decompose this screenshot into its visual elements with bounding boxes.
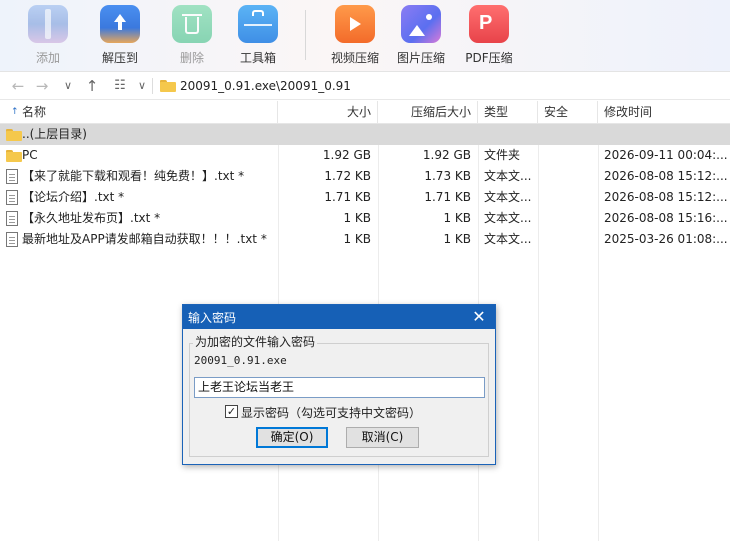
- password-input[interactable]: 上老王论坛当老王: [194, 377, 485, 398]
- back-arrow-icon[interactable]: ←: [8, 76, 28, 96]
- table-row[interactable]: 【来了就能下载和观看！纯免费！】.txt * 1.72 KB 1.73 KB 文…: [0, 166, 730, 187]
- file-modified: 2026-09-11 00:04:...: [604, 148, 728, 162]
- show-password-checkbox[interactable]: ✓: [225, 405, 238, 418]
- column-header: ↑ 名称 大小 压缩后大小 类型 安全 修改时间: [0, 101, 730, 124]
- file-size: 1 KB: [343, 211, 371, 225]
- toolbox-icon: [238, 5, 278, 43]
- sort-up-icon: ↑: [11, 107, 19, 117]
- toolbox-button[interactable]: 工具箱: [223, 0, 293, 72]
- add-archive-icon: [28, 5, 68, 43]
- add-button[interactable]: 添加: [13, 0, 83, 72]
- pdf-compress-icon: P: [469, 5, 509, 43]
- file-modified: 2026-08-08 15:12:...: [604, 190, 728, 204]
- folder-icon: [6, 129, 22, 141]
- video-compress-button[interactable]: 视频压缩: [320, 0, 390, 72]
- dialog-titlebar[interactable]: 输入密码 ✕: [183, 305, 495, 329]
- file-type: 文本文...: [484, 211, 532, 225]
- address-path[interactable]: 20091_0.91.exe\20091_0.91: [180, 79, 351, 93]
- group-label: 为加密的文件输入密码: [193, 333, 318, 350]
- image-compress-icon: [401, 5, 441, 43]
- column-type[interactable]: 类型: [478, 101, 538, 124]
- file-modified: 2026-08-08 15:12:...: [604, 169, 728, 183]
- table-row[interactable]: 最新地址及APP请发邮箱自动获取！！！.txt * 1 KB 1 KB 文本文.…: [0, 229, 730, 250]
- history-dropdown-icon[interactable]: ∨: [58, 76, 78, 96]
- folder-icon: [6, 150, 22, 162]
- show-password-label[interactable]: 显示密码（勾选可支持中文密码）: [241, 404, 421, 421]
- file-size: 1.71 KB: [324, 190, 371, 204]
- table-row[interactable]: 【永久地址发布页】.txt * 1 KB 1 KB 文本文... 2026-08…: [0, 208, 730, 229]
- file-modified: 2025-03-26 01:08:...: [604, 232, 728, 246]
- file-type: 文本文...: [484, 169, 532, 183]
- column-size[interactable]: 大小: [278, 101, 378, 124]
- table-row[interactable]: PC 1.92 GB 1.92 GB 文件夹 2026-09-11 00:04:…: [0, 145, 730, 166]
- toolbar: 添加 解压到 删除 工具箱 视频压缩 图片压缩 P PDF压缩: [0, 0, 730, 72]
- text-file-icon: [6, 190, 18, 205]
- up-arrow-icon[interactable]: ↑: [82, 76, 102, 96]
- extract-icon: [100, 5, 140, 43]
- file-name: PC: [22, 148, 38, 162]
- file-name: 最新地址及APP请发邮箱自动获取！！！.txt *: [22, 232, 267, 246]
- column-security[interactable]: 安全: [538, 101, 598, 124]
- file-packed-size: 1.73 KB: [424, 169, 471, 183]
- file-name: 【论坛介绍】.txt *: [22, 190, 125, 204]
- toolbar-divider: [305, 10, 306, 60]
- file-packed-size: 1 KB: [443, 211, 471, 225]
- file-name: 【来了就能下载和观看！纯免费！】.txt *: [22, 169, 245, 183]
- extract-to-button[interactable]: 解压到: [85, 0, 155, 72]
- file-packed-size: 1 KB: [443, 232, 471, 246]
- file-type: 文本文...: [484, 232, 532, 246]
- view-mode-icon[interactable]: ☷: [110, 76, 130, 96]
- password-dialog: 输入密码 ✕ 为加密的文件输入密码 20091_0.91.exe 上老王论坛当老…: [182, 304, 496, 465]
- file-name: 【永久地址发布页】.txt *: [22, 211, 161, 225]
- ok-button[interactable]: 确定(O): [256, 427, 328, 448]
- table-row[interactable]: ..(上层目录): [0, 124, 730, 145]
- column-modified[interactable]: 修改时间: [598, 101, 730, 124]
- delete-icon: [172, 5, 212, 43]
- file-name: ..(上层目录): [22, 127, 87, 141]
- column-packed-size[interactable]: 压缩后大小: [378, 101, 478, 124]
- image-compress-button[interactable]: 图片压缩: [386, 0, 456, 72]
- view-mode-dropdown-icon[interactable]: ∨: [132, 76, 152, 96]
- file-type: 文本文...: [484, 190, 532, 204]
- file-packed-size: 1.71 KB: [424, 190, 471, 204]
- close-icon[interactable]: ✕: [469, 307, 489, 327]
- file-modified: 2026-08-08 15:16:...: [604, 211, 728, 225]
- cancel-button[interactable]: 取消(C): [346, 427, 419, 448]
- encrypted-file-name: 20091_0.91.exe: [194, 354, 287, 367]
- folder-icon: [160, 80, 176, 92]
- file-size: 1 KB: [343, 232, 371, 246]
- text-file-icon: [6, 211, 18, 226]
- text-file-icon: [6, 169, 18, 184]
- file-size: 1.92 GB: [322, 148, 371, 162]
- text-file-icon: [6, 232, 18, 247]
- video-compress-icon: [335, 5, 375, 43]
- file-size: 1.72 KB: [324, 169, 371, 183]
- column-name[interactable]: ↑ 名称: [0, 101, 278, 124]
- file-packed-size: 1.92 GB: [422, 148, 471, 162]
- table-row[interactable]: 【论坛介绍】.txt * 1.71 KB 1.71 KB 文本文... 2026…: [0, 187, 730, 208]
- address-bar: ← → ∨ ↑ ☷ ∨ 20091_0.91.exe\20091_0.91: [0, 72, 730, 100]
- delete-button[interactable]: 删除: [157, 0, 227, 72]
- forward-arrow-icon[interactable]: →: [32, 76, 52, 96]
- dialog-title: 输入密码: [188, 311, 237, 325]
- file-type: 文件夹: [484, 148, 521, 162]
- pdf-compress-button[interactable]: P PDF压缩: [454, 0, 524, 72]
